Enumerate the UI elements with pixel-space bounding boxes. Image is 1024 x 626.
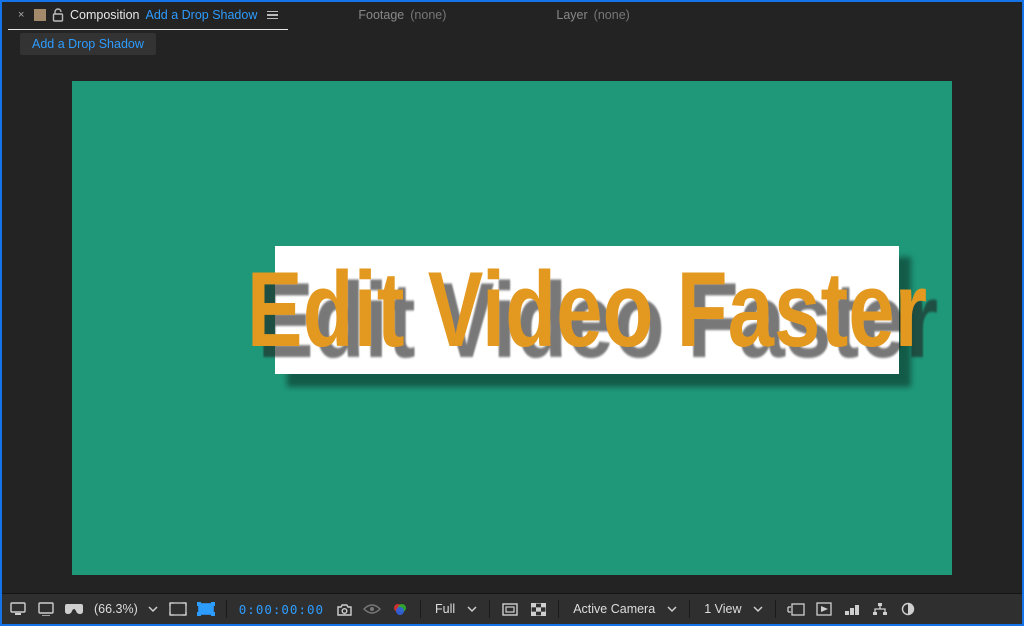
separator (420, 600, 421, 618)
snapshot-icon[interactable] (334, 599, 354, 619)
toggle-mask-visibility-icon[interactable] (196, 599, 216, 619)
primary-viewer-icon[interactable] (36, 599, 56, 619)
footage-tab-value: (none) (410, 8, 446, 22)
camera-dropdown[interactable]: Active Camera (569, 602, 659, 616)
views-dropdown-icon[interactable] (753, 603, 765, 615)
comp-color-swatch (34, 9, 46, 21)
composition-stage[interactable]: Edit Video Faster Edit Video Faster (72, 81, 952, 575)
pixel-aspect-correction-icon[interactable] (786, 599, 806, 619)
fast-preview-icon[interactable] (814, 599, 834, 619)
title-text-layer[interactable]: Edit Video Faster (247, 256, 927, 363)
separator (689, 600, 690, 618)
breadcrumb-comp[interactable]: Add a Drop Shadow (20, 33, 156, 55)
viewer-area[interactable]: Edit Video Faster Edit Video Faster (2, 58, 1022, 593)
goggles-icon[interactable] (64, 599, 84, 619)
comp-flowchart-icon[interactable] (870, 599, 890, 619)
resolution-dropdown-icon[interactable] (467, 603, 479, 615)
timeline-icon[interactable] (842, 599, 862, 619)
show-snapshot-icon[interactable] (362, 599, 382, 619)
footage-tab[interactable]: Footage (none) (348, 1, 456, 31)
layer-tab-value: (none) (594, 8, 630, 22)
footage-tab-label: Footage (358, 8, 404, 22)
layer-tab-label: Layer (556, 8, 587, 22)
camera-dropdown-icon[interactable] (667, 603, 679, 615)
preview-timecode[interactable]: 0:00:00:00 (237, 602, 326, 617)
toggle-transparency-grid-icon-2[interactable] (528, 599, 548, 619)
always-preview-icon[interactable] (8, 599, 28, 619)
panel-tab-row: × Composition Add a Drop Shadow Footage … (2, 2, 1022, 30)
region-of-interest-icon[interactable] (500, 599, 520, 619)
breadcrumb-row: Add a Drop Shadow (2, 30, 1022, 58)
zoom-value[interactable]: (66.3%) (92, 602, 140, 616)
viewer-toolbar: (66.3%) 0:00:00:00 Full (2, 593, 1022, 624)
resolution-dropdown[interactable]: Full (431, 602, 459, 616)
separator (558, 600, 559, 618)
separator (226, 600, 227, 618)
composition-panel: × Composition Add a Drop Shadow Footage … (0, 0, 1024, 626)
white-box-layer[interactable]: Edit Video Faster Edit Video Faster (275, 246, 899, 374)
lock-icon[interactable] (52, 8, 64, 22)
show-channel-icon[interactable] (390, 599, 410, 619)
separator (489, 600, 490, 618)
views-dropdown[interactable]: 1 View (700, 602, 745, 616)
composition-name-link[interactable]: Add a Drop Shadow (145, 8, 257, 22)
zoom-dropdown-icon[interactable] (148, 603, 160, 615)
toggle-transparency-grid-icon[interactable] (168, 599, 188, 619)
layer-tab[interactable]: Layer (none) (546, 1, 639, 31)
reset-exposure-icon[interactable] (898, 599, 918, 619)
composition-tab[interactable]: × Composition Add a Drop Shadow (8, 1, 288, 31)
composition-tab-label: Composition (70, 8, 139, 22)
panel-menu-icon[interactable] (267, 11, 278, 20)
close-tab-icon[interactable]: × (18, 9, 28, 21)
separator (775, 600, 776, 618)
